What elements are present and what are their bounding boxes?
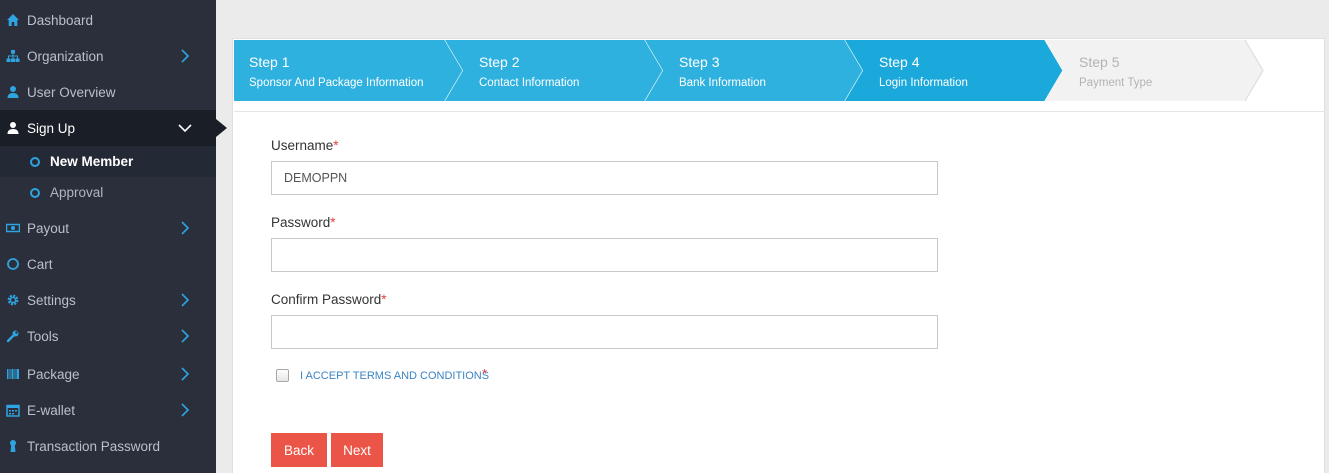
password-label: Password*	[271, 215, 336, 230]
sidebar-item-transaction-password[interactable]: Transaction Password	[0, 428, 216, 464]
step-number: Step 5	[1079, 54, 1120, 70]
barcode-icon	[6, 367, 20, 381]
sidebar-item-label: Tools	[27, 328, 59, 344]
sidebar-item-label: Dashboard	[27, 12, 94, 28]
wizard-step-1[interactable]: Step 1 Sponsor And Package Information	[234, 40, 466, 101]
sidebar-item-label: Payout	[27, 220, 70, 236]
step-arrow-shape	[234, 40, 464, 101]
calendar-icon	[6, 403, 20, 417]
sidebar-item-label: Settings	[27, 292, 76, 308]
wrench-icon	[6, 329, 20, 343]
chevron-right-icon	[181, 49, 190, 63]
active-item-pointer	[216, 119, 227, 137]
terms-link[interactable]: I ACCEPT TERMS AND CONDITIONS	[300, 370, 489, 382]
sidebar-item-label: Organization	[27, 48, 104, 64]
step-number: Step 1	[249, 54, 290, 70]
username-label: Username*	[271, 138, 339, 153]
sidebar-subitem-approval[interactable]: Approval	[0, 177, 216, 208]
sidebar-item-label: Transaction Password	[27, 438, 161, 454]
step-label: Bank Information	[679, 77, 766, 89]
signup-form-card: Step 1 Sponsor And Package Information S…	[232, 38, 1325, 473]
step-arrow-shape	[845, 40, 1064, 101]
sidebar-item-label: Package	[27, 366, 80, 382]
step-label: Login Information	[879, 77, 968, 89]
wizard-step-2[interactable]: Step 2 Contact Information	[445, 40, 665, 101]
wizard-step-5: Step 5 Payment Type	[1045, 40, 1265, 101]
required-mark: *	[381, 292, 387, 307]
wizard-step-4[interactable]: Step 4 Login Information	[845, 40, 1065, 101]
step-number: Step 4	[879, 54, 920, 70]
sidebar-item-settings[interactable]: Settings	[0, 282, 216, 318]
money-icon	[6, 221, 20, 235]
sidebar-item-sign-up[interactable]: Sign Up	[0, 110, 216, 146]
sidebar-subitem-label: New Member	[50, 154, 134, 169]
next-button[interactable]: Next	[331, 433, 383, 467]
sidebar-item-dashboard[interactable]: Dashboard	[0, 2, 216, 38]
sidebar-item-e-wallet[interactable]: E-wallet	[0, 392, 216, 428]
username-field[interactable]	[271, 161, 938, 195]
wizard-divider	[234, 111, 1325, 112]
sidebar-subitem-new-member[interactable]: New Member	[0, 146, 216, 177]
chevron-down-icon	[178, 124, 192, 133]
required-mark: *	[482, 366, 488, 381]
confirm-password-field[interactable]	[271, 315, 938, 349]
sidebar-subitem-label: Approval	[50, 185, 104, 200]
home-icon	[6, 13, 20, 27]
confirm-password-label-text: Confirm Password	[271, 292, 382, 307]
sidebar: Dashboard Organization User Overview Sig…	[0, 0, 216, 473]
required-mark: *	[330, 215, 336, 230]
step-label: Payment Type	[1079, 77, 1153, 89]
back-button[interactable]: Back	[271, 433, 327, 467]
sidebar-item-user-overview[interactable]: User Overview	[0, 74, 216, 110]
sidebar-item-package[interactable]: Package	[0, 356, 216, 392]
chevron-right-icon	[181, 329, 190, 343]
sidebar-item-label: User Overview	[27, 84, 116, 100]
terms-checkbox[interactable]	[276, 369, 289, 382]
step-number: Step 3	[679, 54, 720, 70]
chevron-right-icon	[181, 293, 190, 307]
step-arrow-shape	[445, 40, 664, 101]
sidebar-item-organization[interactable]: Organization	[0, 38, 216, 74]
password-label-text: Password	[271, 215, 331, 230]
step-label: Sponsor And Package Information	[249, 77, 424, 89]
chevron-right-icon	[181, 221, 190, 235]
wizard-step-3[interactable]: Step 3 Bank Information	[645, 40, 865, 101]
user-icon	[6, 121, 20, 135]
sidebar-item-payout[interactable]: Payout	[0, 210, 216, 246]
chevron-right-icon	[181, 403, 190, 417]
step-label: Contact Information	[479, 77, 580, 89]
step-arrow-shape	[1045, 40, 1264, 101]
required-mark: *	[333, 138, 339, 153]
sitemap-icon	[6, 49, 20, 63]
sidebar-item-tools[interactable]: Tools	[0, 318, 216, 354]
circle-icon	[30, 187, 40, 198]
circle-icon	[6, 257, 20, 271]
step-number: Step 2	[479, 54, 520, 70]
circle-icon	[30, 156, 40, 167]
gear-icon	[6, 293, 20, 307]
step-arrow-shape	[645, 40, 864, 101]
confirm-password-label: Confirm Password*	[271, 292, 387, 307]
sidebar-item-cart[interactable]: Cart	[0, 246, 216, 282]
sidebar-item-label: Sign Up	[27, 120, 76, 136]
user-icon	[6, 85, 20, 99]
chevron-right-icon	[181, 367, 190, 381]
sidebar-item-label: Cart	[27, 256, 53, 272]
step-wizard: Step 1 Sponsor And Package Information S…	[234, 40, 1325, 101]
password-field[interactable]	[271, 238, 938, 272]
username-label-text: Username	[271, 138, 334, 153]
keyhole-icon	[6, 439, 20, 453]
sidebar-item-label: E-wallet	[27, 402, 76, 418]
